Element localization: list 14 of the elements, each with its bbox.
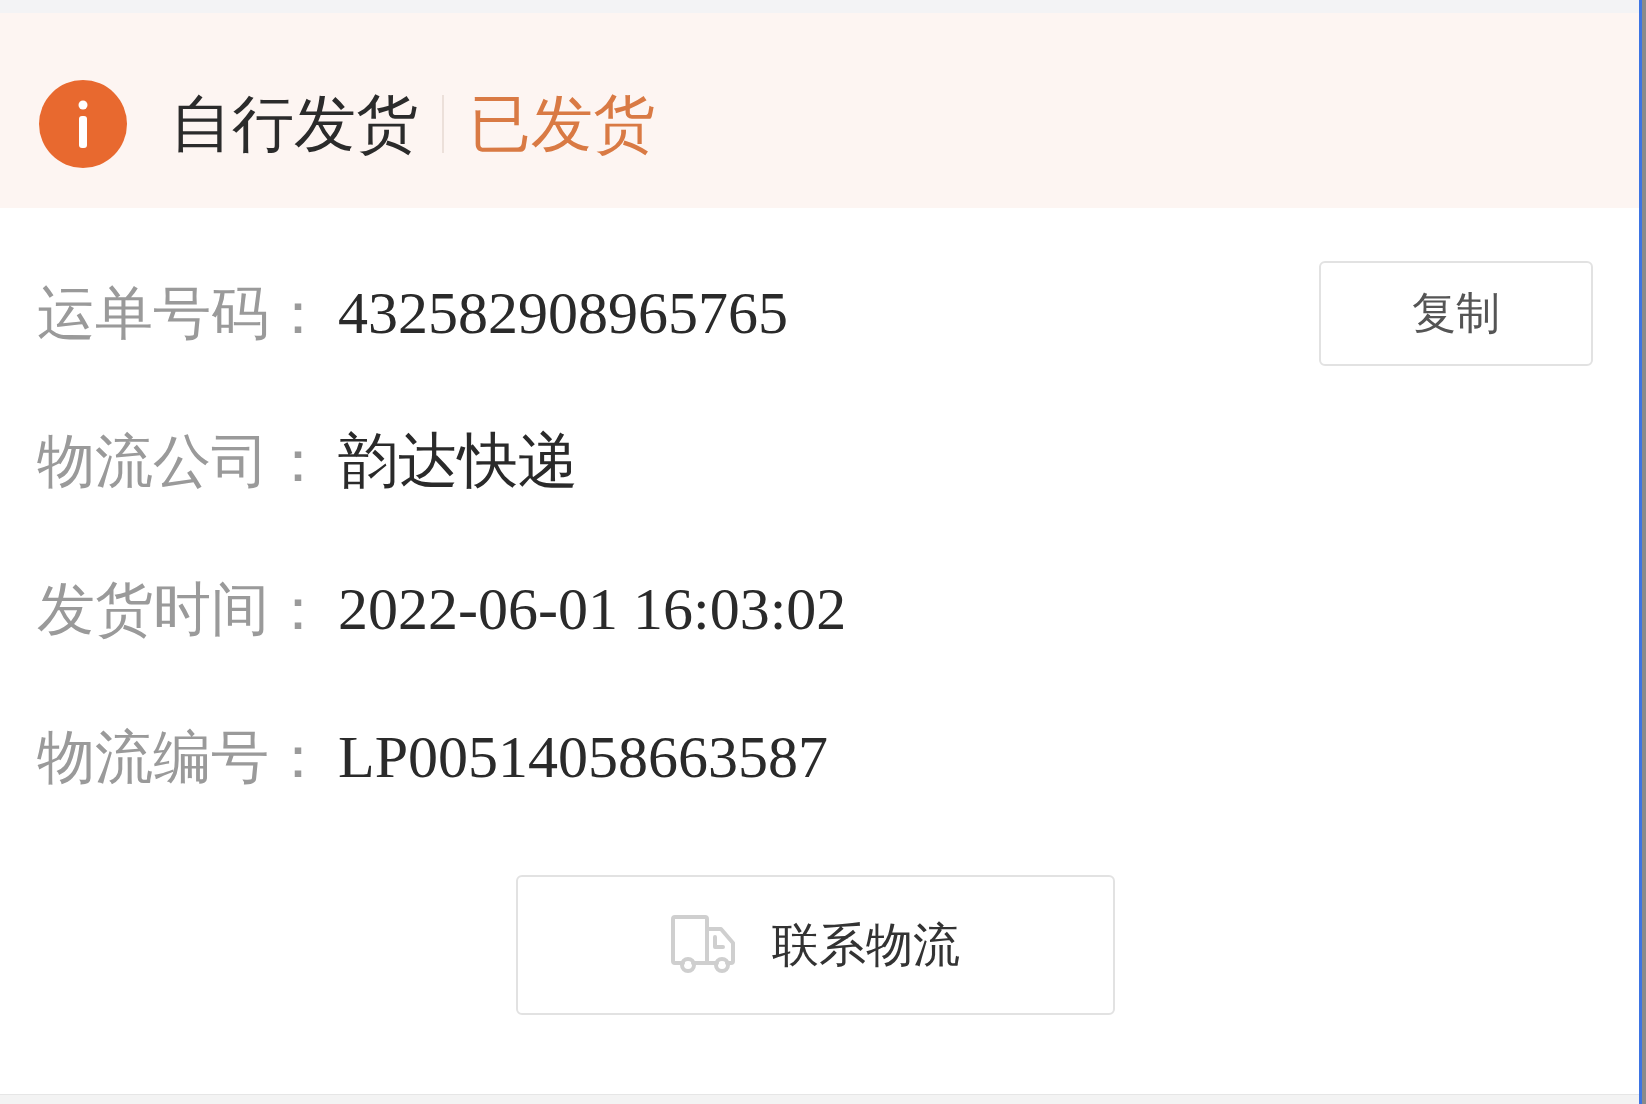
shipping-method: 自行发货 bbox=[170, 92, 418, 155]
field-value: 韵达快递 bbox=[338, 431, 578, 491]
field-label: 发货时间： bbox=[37, 580, 328, 638]
truck-icon bbox=[670, 915, 735, 975]
shipping-status: 已发货 bbox=[469, 92, 655, 155]
info-icon bbox=[39, 79, 127, 168]
copy-button[interactable]: 复制 bbox=[1319, 260, 1593, 366]
contact-logistics-button[interactable]: 联系物流 bbox=[515, 875, 1115, 1015]
field-label: 物流公司： bbox=[37, 432, 328, 490]
field-label: 运单号码： bbox=[37, 284, 328, 342]
field-value: 2022-06-01 16:03:02 bbox=[338, 579, 847, 639]
field-value: 432582908965765 bbox=[338, 283, 788, 343]
field-value: LP00514058663587 bbox=[338, 727, 829, 787]
field-label: 物流编号： bbox=[37, 728, 328, 786]
